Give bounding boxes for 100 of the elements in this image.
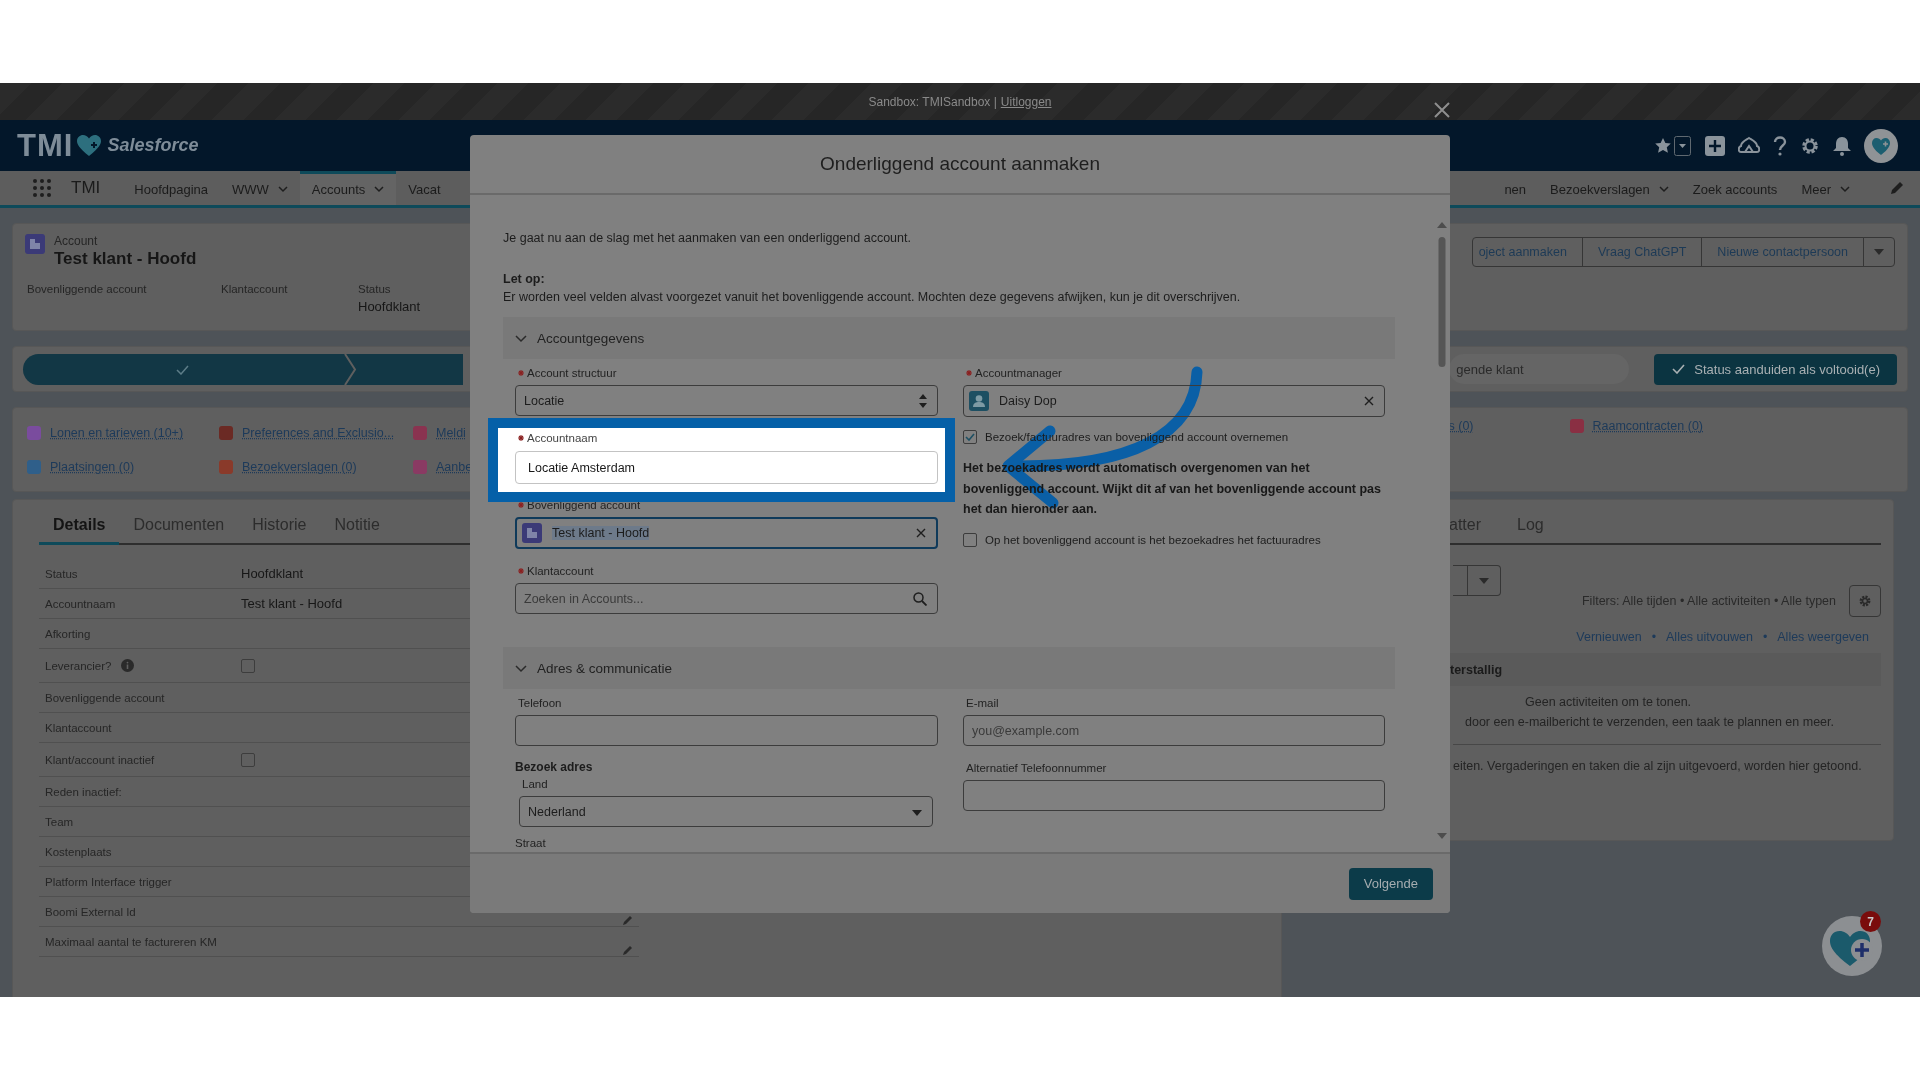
clear-icon[interactable] [1364,396,1374,406]
field-label: Accountnaam [45,597,116,610]
related-list-link[interactable]: Bezoekverslagen (0) [242,459,357,474]
path-stage-completed[interactable] [23,353,463,385]
close-icon[interactable] [1434,102,1450,118]
action-button[interactable]: Vraag ChatGPT [1581,237,1703,267]
field-label: Reden inactief: [45,785,122,798]
add-icon[interactable] [1705,135,1725,156]
input-field[interactable]: you@example.com [963,715,1385,746]
separator-dot: • [1762,630,1768,644]
app-launcher-icon[interactable] [33,179,51,197]
checkbox[interactable] [241,658,255,673]
heart-plus-button[interactable] [1822,916,1882,976]
filter-dropdown[interactable] [1453,565,1501,596]
checkbox[interactable] [241,752,255,767]
search-icon [913,591,927,606]
action-button[interactable]: Nieuwe contactpersoon [1701,237,1864,267]
next-button[interactable]: Volgende [1348,867,1433,900]
help-icon[interactable] [1773,135,1787,156]
path-stage[interactable]: gende klant [1449,354,1630,384]
activity-link[interactable]: Vernieuwen [1576,630,1642,644]
nav-tab[interactable]: Bezoekverslagen [1538,171,1681,205]
cloud-icon[interactable] [1738,135,1760,156]
avatar-icon[interactable] [1864,128,1898,163]
search-field[interactable]: Zoeken in Accounts... [515,583,938,614]
related-list-link[interactable]: Raamcontracten (0) [1592,419,1703,433]
more-actions-button[interactable] [1863,237,1895,267]
field-label: Klant/account inactief [45,753,155,766]
brand-name: Salesforce [107,135,199,156]
nav-tab[interactable]: nen [1492,171,1539,205]
nav-tab[interactable]: WWW [220,171,300,205]
input-field[interactable] [963,780,1385,811]
related-list-link[interactable]: Meldi [436,425,466,440]
app-name: TMI [71,178,101,198]
nav-tab[interactable]: Hoofdpagina [122,171,220,205]
field-value: Test klant - Hoofd [241,596,343,611]
subheading: Bezoek adres [515,760,594,774]
caret-down-icon [1874,249,1884,255]
nav-tab[interactable]: Meer [1789,171,1862,205]
modal-title: Onderliggend account aanmaken [820,153,1100,175]
section-header[interactable]: Accountgegevens [503,317,1395,359]
account-icon [522,523,542,543]
section-header[interactable]: Adres & communicatie [503,647,1395,689]
check-icon [176,364,189,375]
nav-tab[interactable]: Accounts [299,171,397,205]
check-icon [965,433,975,441]
sandbox-label: Sandbox: TMISandbox | [868,94,997,109]
checkbox[interactable] [963,430,977,444]
related-list-link[interactable]: Preferences and Exclusio... [242,425,395,440]
activity-link[interactable]: Alles weergeven [1777,630,1869,644]
field-label: Land [522,778,548,790]
settings-icon[interactable] [1800,135,1820,156]
pencil-icon[interactable] [622,944,634,956]
clear-icon[interactable] [916,528,926,538]
past-activity-hint: eiten. Vergaderingen en taken die al zijn uitgevoerd, worden hier getoond. [1453,759,1862,773]
lookup-field[interactable]: Test klant - Hoofd [515,517,938,549]
chevron-down-icon [515,662,527,674]
sort-arrows-icon [919,393,927,408]
field-label: Bovenliggende account [27,283,147,295]
field-value: Hoofdklant [241,566,304,581]
dropdown-field[interactable]: Nederland [519,796,933,827]
field-value: Hoofdklant [358,299,421,314]
account-icon [25,234,45,254]
field-label: Klantaccount [45,721,112,734]
related-list-link[interactable]: Lonen en tarieven (10+) [50,425,184,440]
notification-badge: 7 [1860,911,1881,932]
field-label: Alternatief Telefoonnummer [966,762,1107,774]
field-label: Maximaal aantal te factureren KM [45,935,217,948]
object-type: Account [54,234,99,248]
field-label: Accountmanager [975,367,1062,379]
lookup-field[interactable]: Daisy Dop [963,385,1385,417]
separator-dot: • [1651,630,1657,644]
field-label: Bovenliggende account [45,691,165,704]
action-button[interactable]: oject aanmaken [1471,237,1583,267]
caret-down-icon [912,809,922,816]
note-text: Er worden veel velden alvast voorgezet vanuit het bovenliggende account. Mochten deze gegevens afwijken, kun je dit overschrijven. [503,290,1242,304]
tab[interactable]: Details [39,506,120,545]
field-label: Kostenplaats [45,845,112,858]
input-field[interactable] [515,715,938,746]
related-list-link[interactable]: Plaatsingen (0) [50,459,135,474]
settings-button[interactable] [1849,585,1881,617]
logout-link[interactable]: Uitloggen [1000,94,1052,109]
checkbox-label: Op het bovenliggend account is het bezoekadres het factuuradres [985,533,1321,546]
activity-link[interactable]: Alles uitvouwen [1666,630,1753,644]
section-title: Adres & communicatie [537,660,673,676]
chevron-right-icon [343,353,357,385]
field-label: Leverancier? [45,659,112,672]
field-label: Afkorting [45,627,91,640]
nav-tab[interactable]: Zoek accounts [1680,171,1790,205]
checkbox[interactable] [963,532,977,547]
mark-complete-button[interactable]: Status aanduiden als voltooid(e) [1654,353,1897,385]
field-label: Platform Interface trigger [45,875,172,888]
input-field[interactable]: Locatie Amsterdam [515,451,938,484]
pencil-icon[interactable] [1890,181,1904,195]
settings-icon [1858,594,1872,608]
nav-tab[interactable]: Vacat [396,171,453,205]
bell-icon[interactable] [1833,135,1851,156]
field-label: Accountnaam [527,432,598,444]
select-field[interactable]: Locatie [515,385,938,416]
field-label: Status [358,283,391,295]
